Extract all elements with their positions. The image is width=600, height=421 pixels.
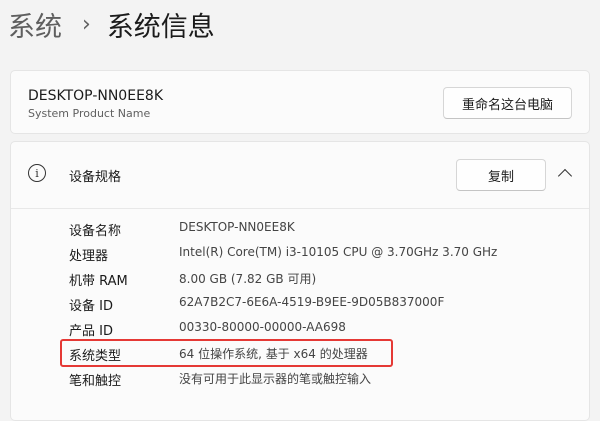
device-product-name: System Product Name	[28, 107, 151, 120]
page-title: 系统信息	[106, 11, 215, 43]
spec-row-device-id: 设备 ID 62A7B2C7-6E6A-4519-B9EE-9D05B83700…	[11, 291, 589, 316]
spec-label: 设备 ID	[69, 299, 113, 314]
device-name-card: DESKTOP-NN0EE8K System Product Name 重命名这…	[10, 70, 590, 134]
info-icon: i	[28, 164, 46, 182]
copy-button[interactable]: 复制	[456, 159, 546, 191]
spec-value: 00330-80000-00000-AA698	[179, 320, 346, 334]
device-specs-card: i 设备规格 复制 设备名称 DESKTOP-NN0EE8K 处理器 Intel…	[10, 141, 590, 421]
spec-label: 机带 RAM	[69, 274, 128, 289]
chevron-up-icon[interactable]	[557, 168, 573, 184]
spec-row-pen-touch: 笔和触控 没有可用于此显示器的笔或触控输入	[11, 366, 589, 391]
spec-label: 设备名称	[69, 224, 122, 239]
device-name: DESKTOP-NN0EE8K	[28, 88, 163, 104]
spec-row-device-name: 设备名称 DESKTOP-NN0EE8K	[11, 216, 589, 241]
spec-row-processor: 处理器 Intel(R) Core(TM) i3-10105 CPU @ 3.7…	[11, 241, 589, 266]
spec-value: DESKTOP-NN0EE8K	[179, 220, 295, 234]
chevron-right-icon: ›	[82, 11, 91, 37]
spec-value: 没有可用于此显示器的笔或触控输入	[179, 372, 372, 386]
breadcrumb-parent-system[interactable]: 系统	[8, 5, 62, 44]
spec-label: 处理器	[69, 249, 109, 264]
spec-label: 产品 ID	[69, 324, 113, 339]
spec-value: 8.00 GB (7.82 GB 可用)	[179, 272, 317, 286]
spec-value: 62A7B2C7-6E6A-4519-B9EE-9D05B837000F	[179, 295, 445, 309]
rename-pc-button[interactable]: 重命名这台电脑	[443, 87, 572, 119]
system-type-highlight-box	[60, 339, 393, 367]
spec-row-ram: 机带 RAM 8.00 GB (7.82 GB 可用)	[11, 266, 589, 291]
breadcrumb: 系统 › 系统信息	[8, 4, 215, 44]
spec-value: Intel(R) Core(TM) i3-10105 CPU @ 3.70GHz…	[179, 245, 498, 259]
device-specs-header[interactable]: i 设备规格 复制	[11, 142, 589, 209]
spec-label: 笔和触控	[69, 374, 122, 389]
spec-row-product-id: 产品 ID 00330-80000-00000-AA698	[11, 316, 589, 341]
device-specs-title: 设备规格	[69, 170, 122, 185]
